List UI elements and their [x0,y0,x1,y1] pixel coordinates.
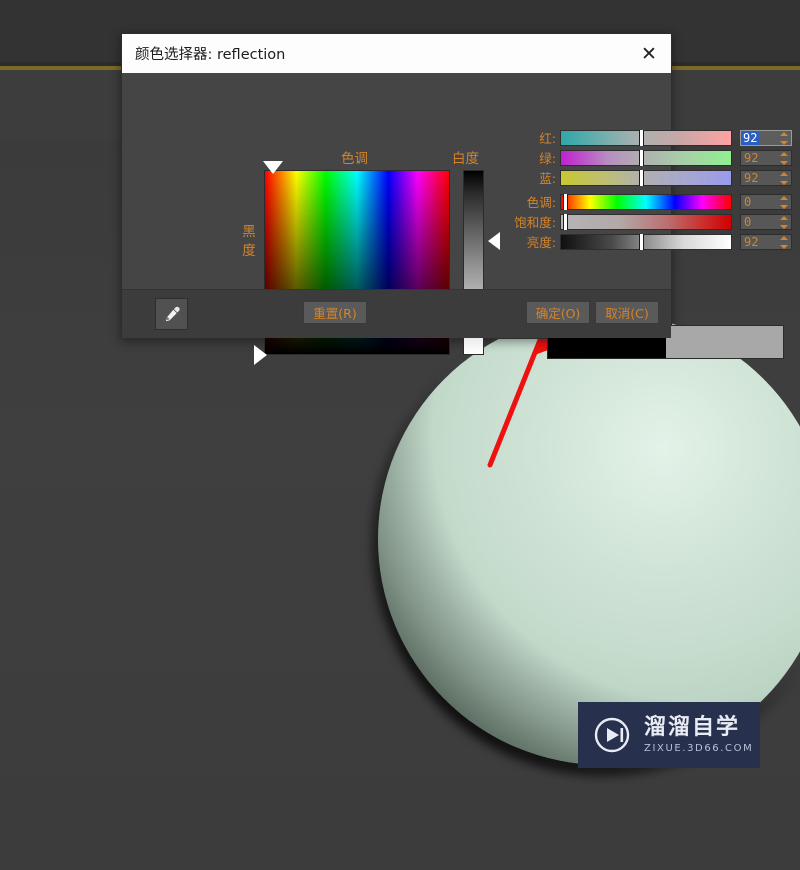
reset-button[interactable]: 重置(R) [303,301,367,324]
slider-value-field[interactable]: 92 [740,233,792,250]
spinner-up-icon[interactable] [779,131,788,136]
slider-label: 红: [539,131,556,146]
slider-row: 饱和度: 0 [514,213,792,230]
slider-value: 92 [744,234,759,249]
slider-row: 亮度: 92 [514,233,792,250]
slider-track[interactable] [560,193,732,210]
channel-sliders: 红: 92 绿: 92 蓝: 92 色调: 0 饱和度: 0 亮度: 92 [514,129,792,253]
slider-thumb[interactable] [562,193,568,210]
dialog-title: 颜色选择器: reflection [135,47,286,63]
spinner-down-icon[interactable] [779,244,788,249]
spinner-down-icon[interactable] [779,224,788,229]
preview-new-color [665,326,783,358]
hue-marker-handle[interactable] [263,161,283,174]
spinner-down-icon[interactable] [779,160,788,165]
slider-label: 亮度: [526,235,556,250]
spinner-arrows-icon[interactable] [779,171,788,185]
slider-thumb[interactable] [562,213,568,230]
spinner-up-icon[interactable] [779,215,788,220]
slider-value-field[interactable]: 0 [740,213,792,230]
dialog-titlebar[interactable]: 颜色选择器: reflection ✕ [122,34,671,73]
slider-track[interactable] [560,233,732,250]
watermark-title: 溜溜自学 [644,715,741,741]
slider-row: 绿: 92 [514,149,792,166]
spinner-arrows-icon[interactable] [779,195,788,209]
spinner-down-icon[interactable] [779,204,788,209]
slider-label: 绿: [539,151,556,166]
spinner-up-icon[interactable] [779,195,788,200]
slider-value-field[interactable]: 0 [740,193,792,210]
watermark-subtitle: ZIXUE.3D66.COM [644,742,754,754]
slider-track[interactable] [560,169,732,186]
slider-value: 0 [744,194,752,209]
dialog-button-bar: 重置(R) 确定(O) 取消(C) [122,289,671,338]
spinner-up-icon[interactable] [779,235,788,240]
blackness-label: 黑度 [242,224,256,259]
ok-button[interactable]: 确定(O) [526,301,590,324]
slider-thumb[interactable] [639,149,645,166]
slider-value-field[interactable]: 92 [740,169,792,186]
slider-value-field[interactable]: 92 [740,129,792,146]
slider-value: 92 [744,170,759,185]
dialog-body: 色调 白度 黑度 红: 92 绿: 92 蓝: 92 色调: 0 饱和度: 0 亮度: 92 [122,73,792,365]
play-circle-icon [594,717,630,753]
whiteness-label: 白度 [452,151,479,167]
whiteness-marker-handle[interactable] [488,232,500,250]
slider-value: 92 [744,150,759,165]
slider-thumb[interactable] [639,233,645,250]
cancel-button[interactable]: 取消(C) [595,301,659,324]
blackness-marker-handle[interactable] [254,345,267,365]
slider-thumb[interactable] [639,129,645,146]
slider-row: 蓝: 92 [514,169,792,186]
eyedropper-icon[interactable] [155,298,188,330]
slider-label: 蓝: [539,171,556,186]
spinner-arrows-icon[interactable] [779,215,788,229]
slider-label: 色调: [526,195,556,210]
slider-row: 色调: 0 [514,193,792,210]
spinner-down-icon[interactable] [779,180,788,185]
slider-row: 红: 92 [514,129,792,146]
slider-track[interactable] [560,213,732,230]
spinner-arrows-icon[interactable] [779,235,788,249]
close-icon[interactable]: ✕ [627,34,671,73]
spinner-down-icon[interactable] [779,140,788,145]
spinner-up-icon[interactable] [779,151,788,156]
spinner-arrows-icon[interactable] [779,131,788,145]
slider-thumb[interactable] [639,169,645,186]
slider-value-field[interactable]: 92 [740,149,792,166]
hue-label: 色调 [341,151,368,167]
watermark: 溜溜自学 ZIXUE.3D66.COM [578,702,760,768]
slider-track[interactable] [560,129,732,146]
spinner-up-icon[interactable] [779,171,788,176]
watermark-text: 溜溜自学 ZIXUE.3D66.COM [644,716,753,753]
slider-value: 92 [741,130,760,145]
spinner-arrows-icon[interactable] [779,151,788,165]
slider-label: 饱和度: [514,215,556,230]
color-selector-dialog[interactable]: 颜色选择器: reflection ✕ 色调 白度 黑度 红: 92 绿: 92 蓝: 9… [121,33,792,365]
eyedropper-glyph [165,306,180,322]
slider-value: 0 [744,214,752,229]
slider-track[interactable] [560,149,732,166]
